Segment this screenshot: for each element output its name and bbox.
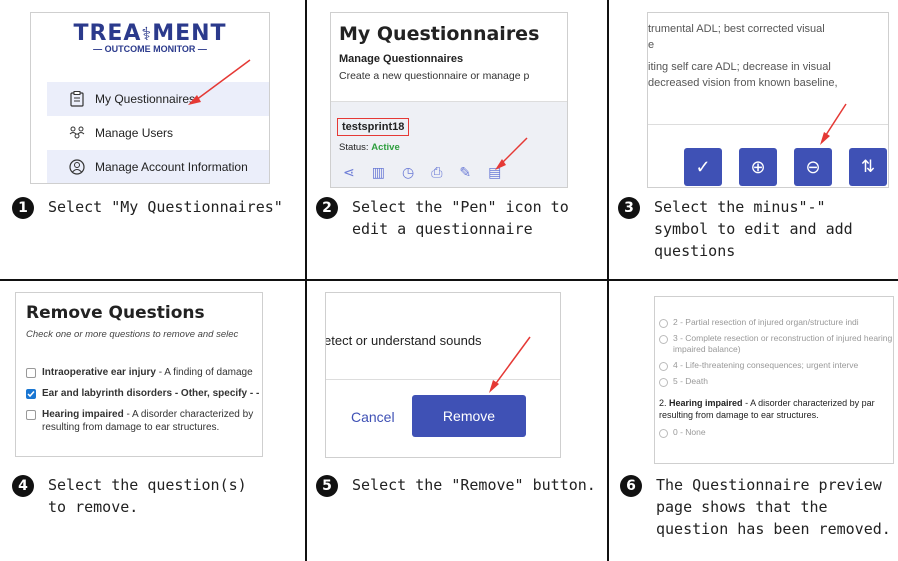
radio-icon [659,335,668,344]
step-number: 6 [620,475,642,497]
screenshot-preview: 2 - Partial resection of injured organ/s… [654,296,894,464]
answer-option: 2 - Partial resection of injured organ/s… [659,317,893,328]
step-text: The Questionnaire preview page shows tha… [656,476,891,538]
answer-option: 3 - Complete resection or reconstruction… [659,333,893,355]
radio-icon [659,378,668,387]
step-5: 5 Select the "Remove" button. [316,474,601,497]
answer-option: 0 - None [659,427,893,438]
radio-icon [659,362,668,371]
step-text: Select the "Remove" button. [352,476,596,494]
answer-option: 4 - Life-threatening consequences; urgen… [659,360,893,371]
question-text: 2. Hearing impaired - A disorder charact… [659,398,875,420]
answer-option: 5 - Death [659,376,893,387]
step-number: 5 [316,475,338,497]
step-6: 6 The Questionnaire preview page shows t… [620,474,896,540]
radio-icon [659,319,668,328]
radio-icon [659,429,668,438]
